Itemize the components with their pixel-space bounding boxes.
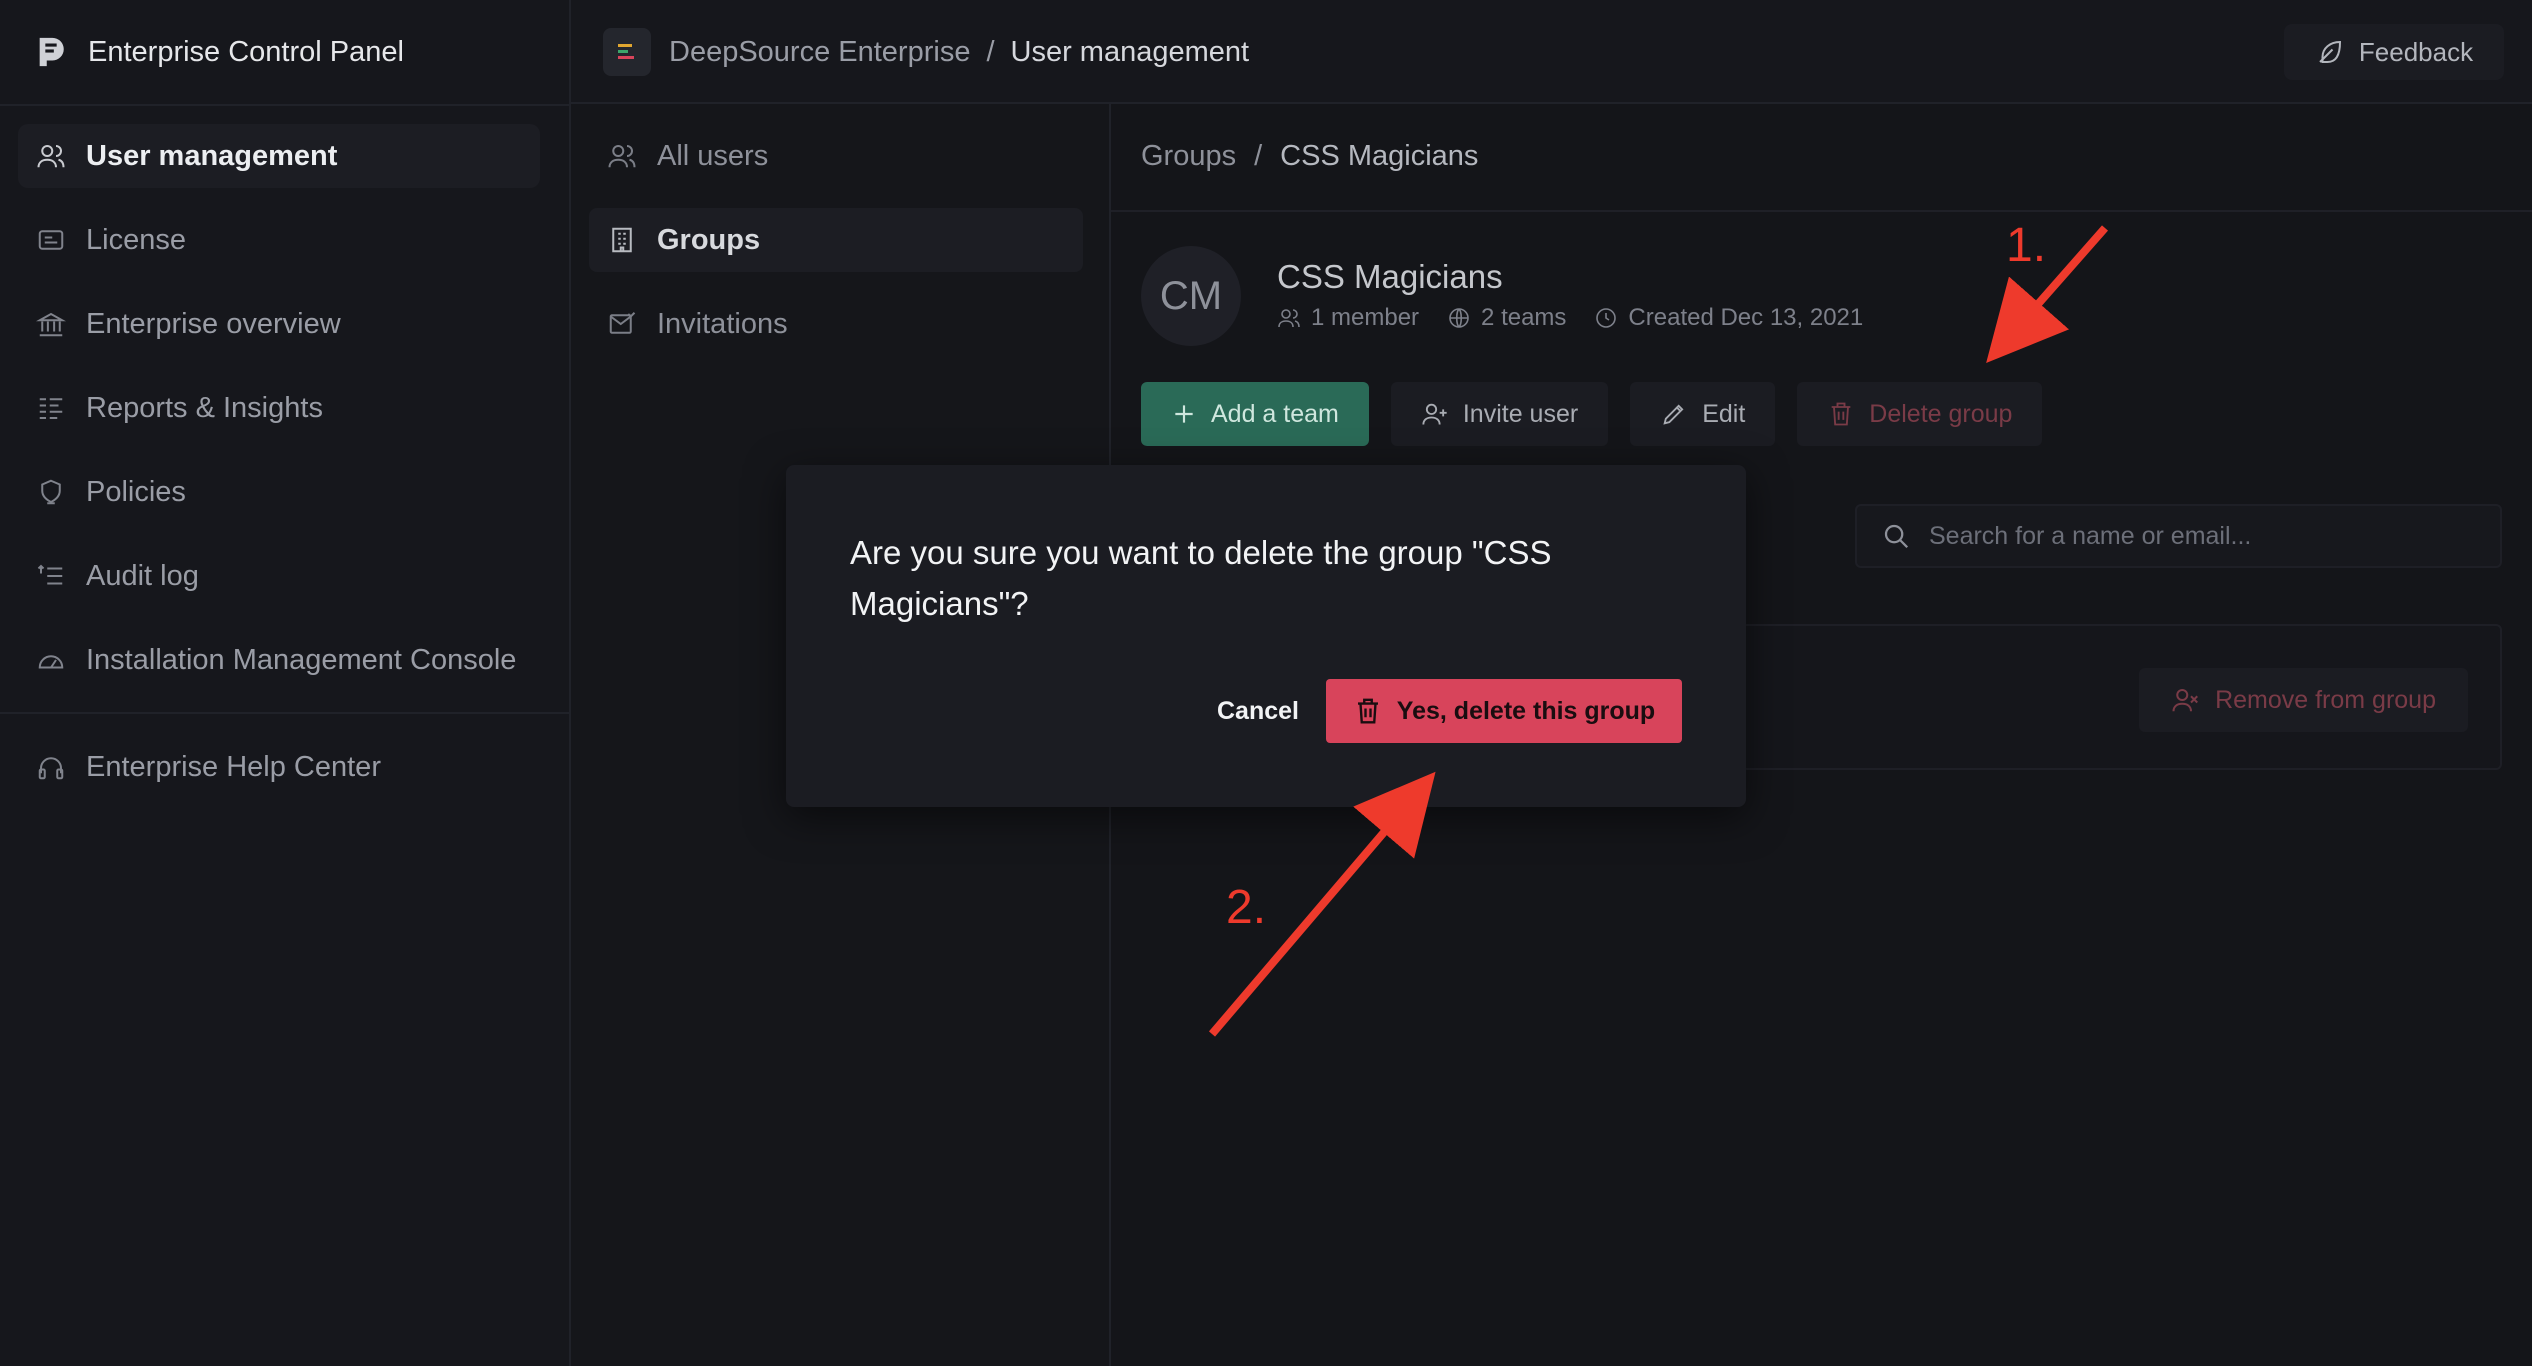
- breadcrumb-org[interactable]: DeepSource Enterprise: [669, 36, 970, 69]
- feather-icon: [2315, 37, 2345, 67]
- trash-icon: [1827, 400, 1855, 428]
- trash-icon: [1353, 696, 1383, 726]
- sidebar-divider: [0, 712, 569, 714]
- headphones-icon: [36, 752, 66, 782]
- invite-user-label: Invite user: [1462, 399, 1579, 428]
- brand[interactable]: Enterprise Control Panel: [34, 30, 404, 74]
- top-bar: DeepSource Enterprise / User management …: [571, 0, 2532, 104]
- edit-label: Edit: [1702, 399, 1746, 428]
- remove-from-group-button[interactable]: Remove from group: [2139, 668, 2468, 732]
- users-icon: [607, 141, 637, 171]
- breadcrumb-current: CSS Magicians: [1280, 140, 1479, 172]
- delete-group-label: Delete group: [1869, 399, 2013, 428]
- sidebar-item-label: Reports & Insights: [86, 391, 323, 424]
- search-placeholder: Search for a name or email...: [1929, 521, 2252, 550]
- clock-icon: [1594, 306, 1618, 330]
- header-divider: [1111, 210, 2532, 212]
- sidebar-item-label: Enterprise Help Center: [86, 750, 381, 783]
- brand-title: Enterprise Control Panel: [88, 35, 404, 68]
- users-icon: [1277, 306, 1301, 330]
- sidebar-item-installation-console[interactable]: Installation Management Console: [18, 628, 540, 692]
- sidebar-item-label: License: [86, 223, 186, 256]
- member-search[interactable]: Search for a name or email...: [1855, 504, 2502, 568]
- feedback-button[interactable]: Feedback: [2284, 24, 2504, 80]
- sidebar: Enterprise Control Panel User management…: [0, 0, 571, 1366]
- sidebar-item-label: Audit log: [86, 559, 199, 592]
- pencil-icon: [1660, 400, 1688, 428]
- confirm-delete-button[interactable]: Yes, delete this group: [1326, 679, 1682, 743]
- plus-icon: [1171, 401, 1197, 427]
- sidebar-item-label: User management: [86, 139, 338, 172]
- building-icon: [607, 225, 637, 255]
- mail-check-icon: [607, 309, 637, 339]
- group-breadcrumb: Groups / CSS Magicians: [1141, 140, 1478, 173]
- subnav-item-groups[interactable]: Groups: [589, 208, 1083, 272]
- sidebar-item-audit-log[interactable]: Audit log: [18, 544, 540, 608]
- sidebar-divider: [0, 104, 569, 106]
- breadcrumb-separator: /: [1254, 140, 1263, 172]
- group-avatar: CM: [1141, 246, 1241, 346]
- delete-group-button[interactable]: Delete group: [1797, 382, 2043, 446]
- subnav-item-label: Invitations: [657, 307, 788, 340]
- sidebar-item-label: Policies: [86, 475, 186, 508]
- license-icon: [36, 225, 66, 255]
- dialog-message: Are you sure you want to delete the grou…: [850, 534, 1552, 622]
- subnav-item-invitations[interactable]: Invitations: [589, 292, 1083, 356]
- remove-from-group-label: Remove from group: [2215, 685, 2436, 714]
- breadcrumb: DeepSource Enterprise / User management: [603, 28, 1249, 76]
- globe-icon: [1447, 306, 1471, 330]
- sidebar-item-reports[interactable]: Reports & Insights: [18, 376, 540, 440]
- breadcrumb-current: User management: [1010, 35, 1250, 68]
- sidebar-item-help-center[interactable]: Enterprise Help Center: [18, 735, 540, 799]
- bank-icon: [36, 309, 66, 339]
- delete-confirm-dialog: Are you sure you want to delete the grou…: [786, 465, 1746, 807]
- deepsource-logo-icon: [34, 35, 68, 69]
- breadcrumb-separator: /: [986, 35, 995, 68]
- breadcrumb-groups-link[interactable]: Groups: [1141, 140, 1236, 173]
- edit-button[interactable]: Edit: [1630, 382, 1776, 446]
- group-meta: 1 member 2 teams Created Dec 13, 2021: [1277, 304, 1881, 332]
- subnav-item-label: All users: [657, 139, 769, 172]
- user-plus-icon: [1421, 400, 1449, 428]
- member-count: 1 member: [1311, 304, 1420, 331]
- sidebar-item-label: Enterprise overview: [86, 307, 341, 340]
- users-icon: [36, 141, 66, 171]
- sidebar-item-policies[interactable]: Policies: [18, 460, 540, 524]
- org-logo-icon: [603, 28, 651, 76]
- sidebar-item-enterprise-overview[interactable]: Enterprise overview: [18, 292, 540, 356]
- feedback-label: Feedback: [2358, 36, 2474, 67]
- sidebar-item-label: Installation Management Console: [86, 643, 517, 676]
- reports-icon: [36, 393, 66, 423]
- policy-icon: [36, 477, 66, 507]
- confirm-delete-label: Yes, delete this group: [1396, 696, 1656, 725]
- sidebar-item-license[interactable]: License: [18, 208, 540, 272]
- member-row: Remove from group: [1741, 624, 2502, 770]
- subnav-item-all-users[interactable]: All users: [589, 124, 1083, 188]
- created-date: Created Dec 13, 2021: [1628, 304, 1864, 331]
- group-actions: Add a team Invite user Edit Delete group: [1141, 382, 2043, 446]
- search-icon: [1881, 521, 1911, 551]
- step-1-label: 1.: [2006, 219, 2047, 272]
- step-2-label: 2.: [1226, 881, 1267, 934]
- sidebar-item-user-management[interactable]: User management: [18, 124, 540, 188]
- user-remove-icon: [2171, 685, 2201, 715]
- invite-user-button[interactable]: Invite user: [1390, 382, 1609, 446]
- group-name: CSS Magicians: [1277, 258, 1503, 295]
- add-team-label: Add a team: [1211, 399, 1339, 428]
- list-ordered-icon: [36, 561, 66, 591]
- gauge-icon: [36, 645, 66, 675]
- add-team-button[interactable]: Add a team: [1141, 382, 1369, 446]
- team-count: 2 teams: [1481, 304, 1567, 331]
- subnav-item-label: Groups: [657, 223, 761, 256]
